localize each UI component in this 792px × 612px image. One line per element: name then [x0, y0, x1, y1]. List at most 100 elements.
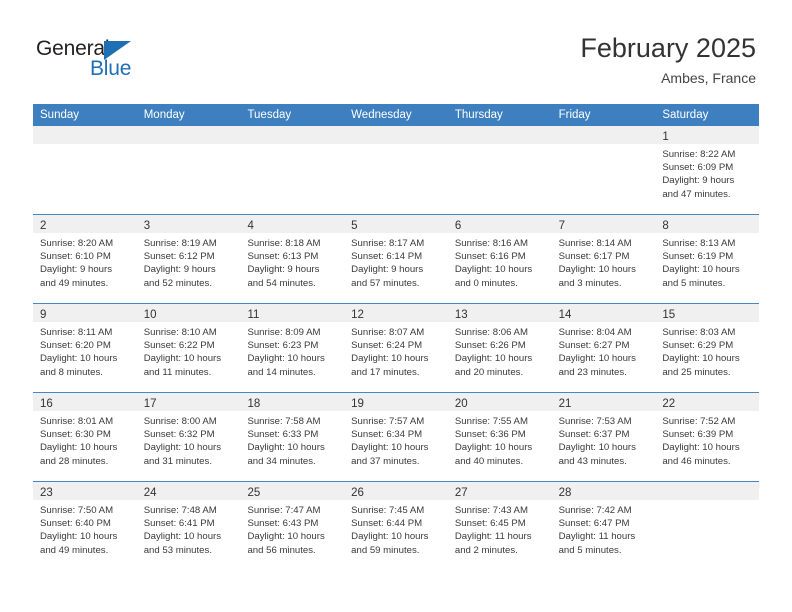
day-number: 17: [143, 398, 157, 410]
day-cell-10[interactable]: 10 Sunrise: 8:10 AM Sunset: 6:22 PM Dayligh…: [136, 304, 241, 392]
sunrise-text: Sunrise: 7:53 AM: [558, 416, 632, 427]
weekday-header-saturday: Saturday: [662, 109, 709, 121]
sunset-text: Sunset: 6:39 PM: [662, 429, 734, 441]
day-details: Sunrise: 7:43 AM Sunset: 6:45 PM Daylight:…: [448, 500, 552, 563]
day-cell-1[interactable]: 1 Sunrise: 8:22 AM Sunset: 6:09 PM Daylight…: [655, 126, 760, 214]
sunset-text: Sunset: 6:14 PM: [351, 251, 423, 263]
sunset-text: Sunset: 6:30 PM: [40, 429, 111, 441]
day-number: 19: [351, 398, 364, 410]
sunset-text: Sunset: 6:44 PM: [351, 518, 423, 530]
daylight-text-line1: Daylight: 9 hours: [662, 175, 735, 187]
day-number-strip: [240, 126, 345, 144]
day-cell-21[interactable]: 21 Sunrise: 7:53 AM Sunset: 6:37 PM Dayligh…: [551, 393, 656, 481]
page-subtitle: Ambes, France: [661, 70, 756, 86]
day-cell-14[interactable]: 14 Sunrise: 8:04 AM Sunset: 6:27 PM Dayligh…: [551, 304, 656, 392]
day-number-strip: 14: [551, 304, 656, 322]
day-cell-20[interactable]: 20 Sunrise: 7:55 AM Sunset: 6:36 PM Dayligh…: [447, 393, 552, 481]
day-number: 26: [351, 487, 364, 499]
day-number: 13: [454, 309, 468, 321]
weekday-header-monday: Monday: [143, 109, 185, 121]
day-cell-19[interactable]: 19 Sunrise: 7:57 AM Sunset: 6:34 PM Dayligh…: [344, 393, 448, 481]
daylight-text-line2: and 3 minutes.: [558, 277, 622, 289]
day-number-strip: 16: [33, 393, 137, 411]
day-cell-15[interactable]: 15 Sunrise: 8:03 AM Sunset: 6:29 PM Dayligh…: [655, 304, 760, 392]
day-number-strip: 15: [655, 304, 760, 322]
day-details: [240, 144, 344, 154]
sunrise-text: Sunrise: 7:48 AM: [143, 505, 217, 516]
daylight-text-line2: and 34 minutes.: [247, 455, 316, 467]
day-number: 23: [40, 487, 53, 499]
sunset-text: Sunset: 6:41 PM: [143, 518, 215, 530]
weekday-header-sunday: Sunday: [40, 109, 80, 121]
daylight-text-line1: Daylight: 10 hours: [558, 353, 636, 365]
day-cell-empty: [344, 126, 448, 214]
calendar-page: General Blue February 2025 Ambes, France…: [0, 0, 792, 612]
sunrise-text: Sunrise: 8:20 AM: [40, 238, 114, 249]
day-details: [655, 500, 759, 510]
sunrise-text: Sunrise: 7:55 AM: [454, 416, 528, 427]
day-cell-9[interactable]: 9 Sunrise: 8:11 AM Sunset: 6:20 PM Daylight…: [33, 304, 137, 392]
daylight-text-line1: Daylight: 9 hours: [40, 264, 112, 276]
day-cell-3[interactable]: 3 Sunrise: 8:19 AM Sunset: 6:12 PM Daylight…: [136, 215, 241, 303]
sunset-text: Sunset: 6:24 PM: [351, 340, 423, 352]
daylight-text-line1: Daylight: 10 hours: [247, 442, 325, 454]
daylight-text-line1: Daylight: 10 hours: [351, 442, 429, 454]
day-cell-24[interactable]: 24 Sunrise: 7:48 AM Sunset: 6:41 PM Dayligh…: [136, 482, 241, 570]
day-cell-8[interactable]: 8 Sunrise: 8:13 AM Sunset: 6:19 PM Daylight…: [655, 215, 760, 303]
day-cell-26[interactable]: 26 Sunrise: 7:45 AM Sunset: 6:44 PM Dayligh…: [344, 482, 448, 570]
day-number-strip: 13: [447, 304, 552, 322]
day-details: Sunrise: 7:47 AM Sunset: 6:43 PM Daylight:…: [240, 500, 344, 563]
day-cell-17[interactable]: 17 Sunrise: 8:00 AM Sunset: 6:32 PM Dayligh…: [136, 393, 241, 481]
day-cell-23[interactable]: 23 Sunrise: 7:50 AM Sunset: 6:40 PM Dayligh…: [33, 482, 137, 570]
day-number: 5: [351, 220, 358, 232]
day-number: 18: [247, 398, 261, 410]
brand-name-blue: Blue: [90, 57, 132, 80]
day-cell-4[interactable]: 4 Sunrise: 8:18 AM Sunset: 6:13 PM Daylight…: [240, 215, 345, 303]
day-cell-12[interactable]: 12 Sunrise: 8:07 AM Sunset: 6:24 PM Dayligh…: [344, 304, 448, 392]
sunrise-text: Sunrise: 8:06 AM: [454, 327, 528, 338]
sunrise-text: Sunrise: 8:13 AM: [662, 238, 736, 249]
daylight-text-line2: and 8 minutes.: [40, 366, 103, 378]
day-cell-5[interactable]: 5 Sunrise: 8:17 AM Sunset: 6:14 PM Daylight…: [344, 215, 448, 303]
sunset-text: Sunset: 6:20 PM: [40, 340, 111, 352]
day-number: 21: [558, 398, 572, 410]
day-cell-16[interactable]: 16 Sunrise: 8:01 AM Sunset: 6:30 PM Dayligh…: [33, 393, 137, 481]
day-cell-22[interactable]: 22 Sunrise: 7:52 AM Sunset: 6:39 PM Dayligh…: [655, 393, 760, 481]
day-cell-25[interactable]: 25 Sunrise: 7:47 AM Sunset: 6:43 PM Dayligh…: [240, 482, 345, 570]
daylight-text-line2: and 14 minutes.: [247, 366, 316, 378]
daylight-text-line1: Daylight: 10 hours: [40, 353, 118, 365]
brand-logo[interactable]: General Blue: [36, 37, 166, 83]
weekday-header-wednesday: Wednesday: [351, 109, 412, 121]
day-cell-7[interactable]: 7 Sunrise: 8:14 AM Sunset: 6:17 PM Daylight…: [551, 215, 656, 303]
day-number: 20: [454, 398, 468, 410]
day-cell-11[interactable]: 11 Sunrise: 8:09 AM Sunset: 6:23 PM Dayligh…: [240, 304, 345, 392]
day-number: 16: [40, 398, 53, 410]
day-cell-28[interactable]: 28 Sunrise: 7:42 AM Sunset: 6:47 PM Dayligh…: [551, 482, 656, 570]
day-cell-27[interactable]: 27 Sunrise: 7:43 AM Sunset: 6:45 PM Dayligh…: [447, 482, 552, 570]
day-number: 9: [40, 309, 47, 321]
day-details: Sunrise: 7:48 AM Sunset: 6:41 PM Daylight:…: [137, 500, 241, 563]
day-details: Sunrise: 7:55 AM Sunset: 6:36 PM Daylight:…: [448, 411, 552, 474]
title-block: February 2025 Ambes, France: [580, 32, 756, 88]
day-number-strip: 4: [240, 215, 345, 233]
daylight-text-line2: and 31 minutes.: [143, 455, 212, 467]
day-number-strip: [33, 126, 137, 144]
daylight-text-line1: Daylight: 10 hours: [143, 442, 222, 454]
day-cell-2[interactable]: 2 Sunrise: 8:20 AM Sunset: 6:10 PM Daylight…: [33, 215, 137, 303]
sunrise-text: Sunrise: 8:22 AM: [662, 149, 736, 160]
day-number-strip: [136, 126, 241, 144]
sunrise-text: Sunrise: 8:00 AM: [143, 416, 217, 427]
daylight-text-line2: and 43 minutes.: [558, 455, 627, 467]
day-cell-18[interactable]: 18 Sunrise: 7:58 AM Sunset: 6:33 PM Dayligh…: [240, 393, 345, 481]
day-details: [344, 144, 448, 154]
day-cell-empty: [240, 126, 345, 214]
page-header: General Blue February 2025 Ambes, France: [0, 0, 792, 100]
daylight-text-line1: Daylight: 10 hours: [454, 442, 533, 454]
calendar-week-row: 1 Sunrise: 8:22 AM Sunset: 6:09 PM Daylight…: [33, 126, 760, 214]
calendar-week-row: 9 Sunrise: 8:11 AM Sunset: 6:20 PM Daylight…: [33, 303, 760, 392]
day-details: Sunrise: 8:03 AM Sunset: 6:29 PM Daylight:…: [655, 322, 759, 385]
day-cell-6[interactable]: 6 Sunrise: 8:16 AM Sunset: 6:16 PM Daylight…: [447, 215, 552, 303]
day-number: 10: [143, 309, 157, 321]
day-number: 1: [662, 131, 669, 143]
day-cell-13[interactable]: 13 Sunrise: 8:06 AM Sunset: 6:26 PM Dayligh…: [447, 304, 552, 392]
